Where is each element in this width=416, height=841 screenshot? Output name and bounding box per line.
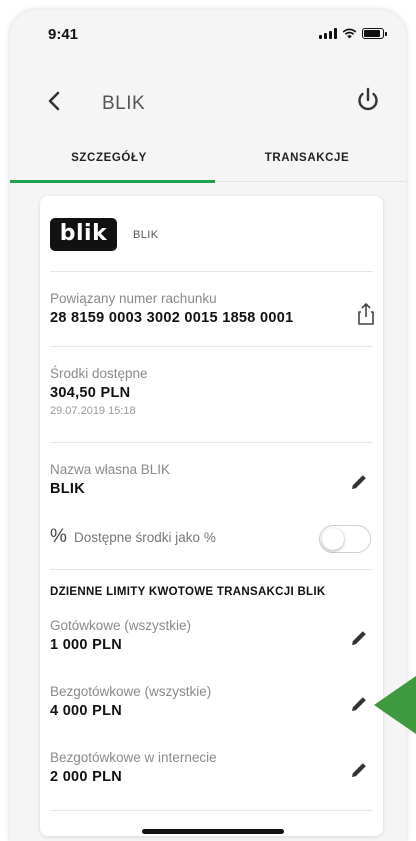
pencil-icon bbox=[352, 475, 366, 489]
status-bar: 9:41 bbox=[10, 10, 406, 60]
limit-row-internet: Bezgotówkowe w internecie 2 000 PLN bbox=[50, 750, 373, 785]
home-indicator bbox=[142, 829, 284, 834]
divider bbox=[50, 810, 373, 811]
edit-cash-limit-button[interactable] bbox=[345, 624, 373, 652]
available-funds-label: Środki dostępne bbox=[50, 366, 148, 381]
logout-button[interactable] bbox=[352, 84, 384, 116]
limits-section-header-row: DZIENNE LIMITY KWOTOWE TRANSAKCJI BLIK bbox=[50, 586, 373, 598]
pencil-icon bbox=[352, 697, 366, 711]
back-button[interactable] bbox=[42, 86, 68, 116]
active-tab-indicator bbox=[10, 180, 215, 183]
percent-toggle[interactable] bbox=[319, 525, 371, 553]
custom-name-value: BLIK bbox=[50, 481, 86, 497]
limit-cash-label: Gotówkowe (wszystkie) bbox=[50, 618, 192, 633]
account-number-label: Powiązany numer rachunku bbox=[50, 291, 217, 306]
tab-bar: SZCZEGÓŁY TRANSAKCJE bbox=[10, 138, 406, 183]
signal-icon bbox=[319, 28, 337, 39]
status-icons bbox=[319, 28, 387, 39]
header: BLIK bbox=[10, 70, 406, 130]
limit-row-cash: Gotówkowe (wszystkie) 1 000 PLN bbox=[50, 618, 373, 653]
edit-custom-name-button[interactable] bbox=[345, 468, 373, 496]
divider bbox=[50, 271, 373, 272]
account-number-value: 28 8159 0003 3002 0015 1858 0001 bbox=[50, 310, 294, 326]
pencil-icon bbox=[352, 763, 366, 777]
limit-row-cashless: Bezgotówkowe (wszystkie) 4 000 PLN bbox=[50, 684, 373, 719]
wifi-icon bbox=[342, 28, 357, 39]
blik-service-name: BLIK bbox=[133, 229, 159, 241]
divider bbox=[50, 569, 373, 570]
limit-internet-value: 2 000 PLN bbox=[50, 769, 123, 785]
divider bbox=[50, 442, 373, 443]
custom-name-section: Nazwa własna BLIK BLIK bbox=[50, 462, 373, 497]
percent-icon: % bbox=[50, 526, 67, 547]
toggle-knob bbox=[322, 528, 344, 550]
available-funds-section: Środki dostępne 304,50 PLN 29.07.2019 15… bbox=[50, 366, 373, 417]
share-icon bbox=[358, 303, 374, 325]
edit-cashless-limit-button[interactable] bbox=[345, 690, 373, 718]
limit-internet-label: Bezgotówkowe w internecie bbox=[50, 750, 217, 765]
status-time: 9:41 bbox=[48, 26, 79, 43]
battery-icon bbox=[362, 28, 387, 39]
pointer-arrow-icon bbox=[374, 676, 416, 734]
percent-option-label: Dostępne środki jako % bbox=[74, 530, 216, 545]
limit-cashless-value: 4 000 PLN bbox=[50, 703, 123, 719]
divider bbox=[50, 346, 373, 347]
blik-logo: blik bbox=[50, 218, 117, 251]
phone-screen: 9:41 BLIK SZCZEGÓŁY TRANSAKCJE blik BLIK… bbox=[10, 10, 406, 841]
percent-option-row: % Dostępne środki jako % bbox=[50, 524, 373, 554]
limit-cashless-label: Bezgotówkowe (wszystkie) bbox=[50, 684, 212, 699]
account-number-section: Powiązany numer rachunku 28 8159 0003 30… bbox=[50, 291, 373, 326]
available-funds-timestamp: 29.07.2019 15:18 bbox=[50, 405, 136, 417]
pencil-icon bbox=[352, 631, 366, 645]
tab-transactions[interactable]: TRANSAKCJE bbox=[208, 138, 406, 182]
page-title: BLIK bbox=[102, 93, 146, 114]
limit-cash-value: 1 000 PLN bbox=[50, 637, 123, 653]
available-funds-value: 304,50 PLN bbox=[50, 385, 131, 401]
chevron-left-icon bbox=[48, 91, 60, 111]
limits-section-header: DZIENNE LIMITY KWOTOWE TRANSAKCJI BLIK bbox=[50, 586, 326, 598]
blik-details-card: blik BLIK Powiązany numer rachunku 28 81… bbox=[40, 196, 383, 836]
power-icon bbox=[358, 87, 378, 111]
tab-details[interactable]: SZCZEGÓŁY bbox=[10, 138, 208, 182]
edit-internet-limit-button[interactable] bbox=[345, 756, 373, 784]
share-button[interactable] bbox=[352, 300, 380, 328]
custom-name-label: Nazwa własna BLIK bbox=[50, 462, 171, 477]
